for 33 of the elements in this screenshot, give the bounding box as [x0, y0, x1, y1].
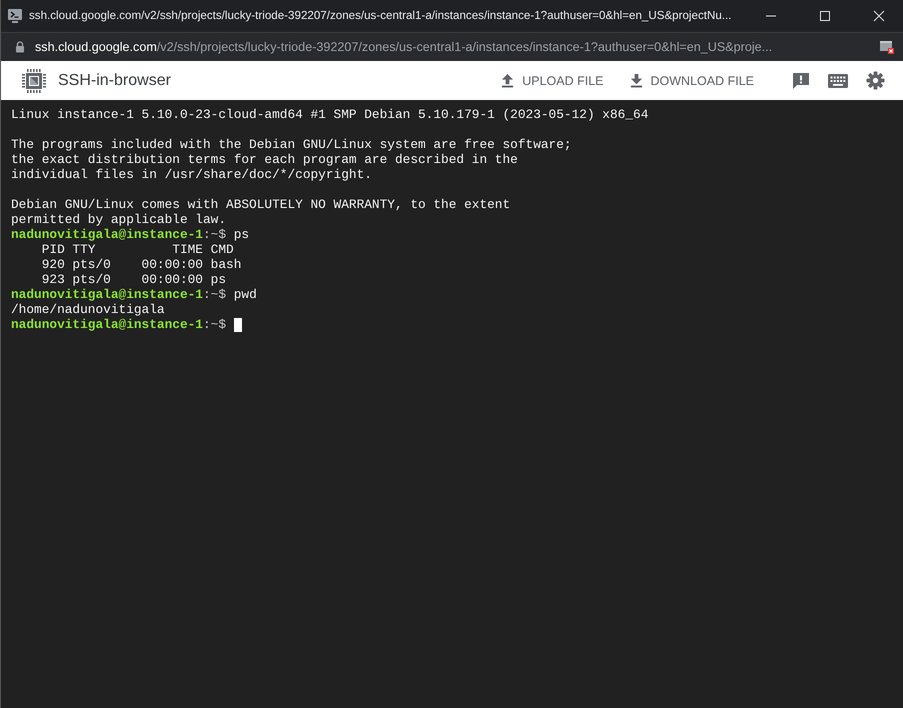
prompt-path: :~$	[203, 317, 226, 332]
feedback-icon[interactable]	[792, 72, 810, 90]
window-title: ssh.cloud.google.com/v2/ssh/projects/lucky-triode-392207/zones/us-central1-a/instances/instance-1?authuser=0&hl=en_US&projectNu...	[29, 8, 732, 24]
keyboard-icon[interactable]	[828, 74, 848, 88]
lock-icon	[15, 41, 25, 53]
app-title: SSH-in-browser	[58, 72, 171, 90]
terminal-output-line: 923 pts/0 00:00:00 ps	[40, 272, 228, 287]
close-icon[interactable]	[873, 10, 885, 22]
command-text: pwd	[232, 287, 257, 302]
upload-file-button[interactable]: UPLOAD FILE	[495, 69, 610, 92]
prompt-path: :~$	[203, 227, 226, 242]
terminal-output-line: /home/nadunovitigala	[11, 302, 166, 317]
terminal-output-line: 920 pts/0 00:00:00 bash	[40, 257, 242, 272]
terminal-output-line: permitted by applicable law.	[11, 212, 228, 227]
blocked-popup-icon[interactable]	[879, 39, 895, 55]
upload-icon	[501, 73, 514, 88]
terminal-output-line: The programs included with the Debian GNU/Linux system are free software;	[11, 137, 573, 152]
download-icon	[630, 73, 642, 88]
terminal-output-line: the exact distribution terms for each program are described in the	[11, 152, 519, 167]
terminal-output-line: Linux instance-1 5.10.0-23-cloud-amd64 #1 SMP Debian 5.10.179-1 (2023-05-12) x86_64	[11, 107, 650, 122]
prompt-user: nadunovitigala@instance-1	[11, 317, 203, 332]
chip-icon	[21, 68, 47, 94]
prompt-path: :~$	[203, 287, 226, 302]
terminal-output-line: Debian GNU/Linux comes with ABSOLUTELY NO WARRANTY, to the extent	[11, 197, 512, 212]
maximize-icon[interactable]	[819, 10, 831, 22]
command-text: ps	[232, 227, 250, 242]
terminal-icon	[7, 8, 23, 24]
download-file-button[interactable]: DOWNLOAD FILE	[624, 69, 760, 92]
terminal-output-line: PID TTY TIME CMD	[40, 242, 235, 257]
terminal-output-line: individual files in /usr/share/doc/*/copyright.	[11, 167, 373, 182]
prompt-user: nadunovitigala@instance-1	[11, 227, 203, 242]
settings-icon[interactable]	[866, 71, 885, 90]
prompt-user: nadunovitigala@instance-1	[11, 287, 203, 302]
